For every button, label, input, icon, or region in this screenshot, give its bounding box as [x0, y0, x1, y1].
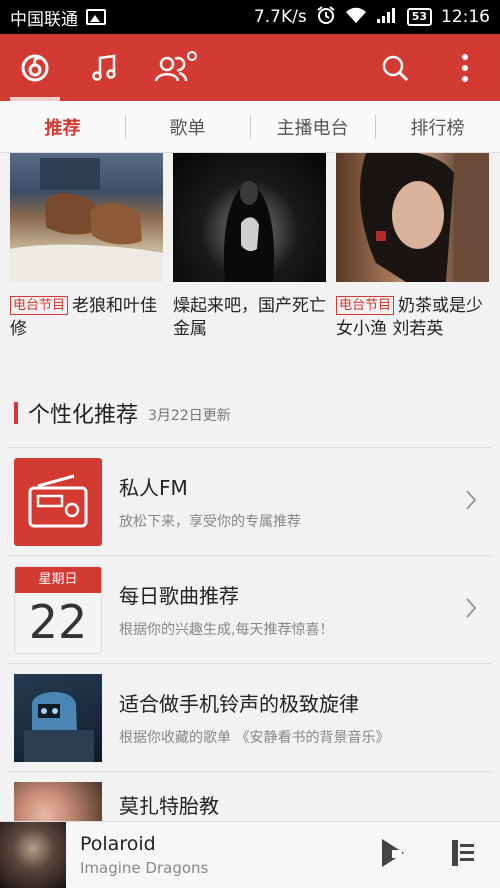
list-item-title: 适合做手机铃声的极致旋律	[119, 692, 359, 716]
play-icon[interactable]	[378, 836, 408, 874]
app-bar	[0, 34, 500, 101]
card-radio-1[interactable]: 电台节目 老狼和叶佳修	[10, 153, 163, 341]
personal-recommend-list: 私人FM 放松下来，享受你的专属推荐 星期日 22 每日歌曲推荐 根据你的兴趣生…	[8, 447, 492, 821]
chevron-right-icon	[464, 488, 478, 516]
now-playing-artist: Imagine Dragons	[80, 859, 209, 877]
clock: 12:16	[441, 7, 490, 27]
more-icon[interactable]	[430, 34, 500, 101]
image-notification-icon	[86, 9, 106, 25]
radio-icon	[14, 457, 102, 546]
section-title: 个性化推荐	[28, 403, 139, 428]
section-marker	[14, 402, 18, 424]
calendar-icon: 星期日 22	[14, 565, 102, 654]
alarm-icon	[316, 5, 336, 30]
album-art[interactable]	[0, 822, 66, 888]
main-content[interactable]: 电台节目 老狼和叶佳修 燥起来吧，国产死亡金属 电台节目 奶茶或是少女小渔 刘若…	[0, 153, 500, 821]
playlist-icon[interactable]	[448, 836, 478, 874]
card-thumbnail	[336, 153, 489, 282]
chevron-right-icon	[464, 596, 478, 624]
card-thumbnail	[173, 153, 326, 282]
wifi-icon	[345, 6, 367, 29]
status-bar: 中国联通 7.7K/s 53 12:16	[0, 0, 500, 34]
playlist-cover	[14, 782, 102, 821]
tab-bar: 推荐 歌单 主播电台 排行榜	[0, 101, 500, 153]
carrier-label: 中国联通	[10, 9, 78, 30]
list-item-private-fm[interactable]: 私人FM 放松下来，享受你的专属推荐	[8, 448, 492, 556]
section-header: 个性化推荐 3月22日更新	[14, 399, 500, 428]
music-logo-icon[interactable]	[0, 34, 70, 101]
search-icon[interactable]	[360, 34, 430, 101]
list-item-desc: 根据你收藏的歌单 《安静看书的背景音乐》	[119, 730, 390, 746]
tab-radio[interactable]: 主播电台	[250, 101, 375, 152]
card-title: 燥起来吧，国产死亡金属	[173, 296, 326, 339]
card-radio-3[interactable]: 电台节目 奶茶或是少女小渔 刘若英	[336, 153, 489, 341]
now-playing-title: Polaroid	[80, 833, 156, 855]
section-subtitle: 3月22日更新	[148, 408, 231, 424]
now-playing-bar[interactable]: Polaroid Imagine Dragons	[0, 821, 500, 888]
list-item-title: 每日歌曲推荐	[119, 584, 239, 608]
list-item-desc: 根据你的兴趣生成,每天推荐惊喜！	[119, 622, 334, 638]
list-item-daily-songs[interactable]: 星期日 22 每日歌曲推荐 根据你的兴趣生成,每天推荐惊喜！	[8, 556, 492, 664]
tab-playlists[interactable]: 歌单	[125, 101, 250, 152]
battery-icon: 53	[406, 8, 432, 26]
card-thumbnail	[10, 153, 163, 282]
list-item-playlist-mozart[interactable]: 莫扎特胎教	[8, 772, 492, 821]
tab-recommend[interactable]: 推荐	[0, 101, 125, 152]
list-item-title: 私人FM	[119, 476, 188, 500]
tab-charts[interactable]: 排行榜	[375, 101, 500, 152]
radio-program-tag: 电台节目	[336, 296, 395, 315]
signal-icon	[376, 6, 398, 29]
friends-icon[interactable]	[140, 34, 210, 101]
radio-program-tag: 电台节目	[10, 296, 69, 315]
playlist-cover	[14, 673, 102, 762]
music-note-icon[interactable]	[70, 34, 140, 101]
list-item-playlist-ringtone[interactable]: 适合做手机铃声的极致旋律 根据你收藏的歌单 《安静看书的背景音乐》	[8, 664, 492, 772]
list-item-desc: 放松下来，享受你的专属推荐	[119, 514, 301, 530]
calendar-weekday: 星期日	[15, 566, 101, 593]
list-item-title: 莫扎特胎教	[119, 794, 219, 818]
network-speed: 7.7K/s	[253, 7, 307, 27]
recommend-cards: 电台节目 老狼和叶佳修 燥起来吧，国产死亡金属 电台节目 奶茶或是少女小渔 刘若…	[0, 153, 500, 341]
calendar-date: 22	[28, 594, 88, 649]
card-playlist-2[interactable]: 燥起来吧，国产死亡金属	[173, 153, 326, 341]
